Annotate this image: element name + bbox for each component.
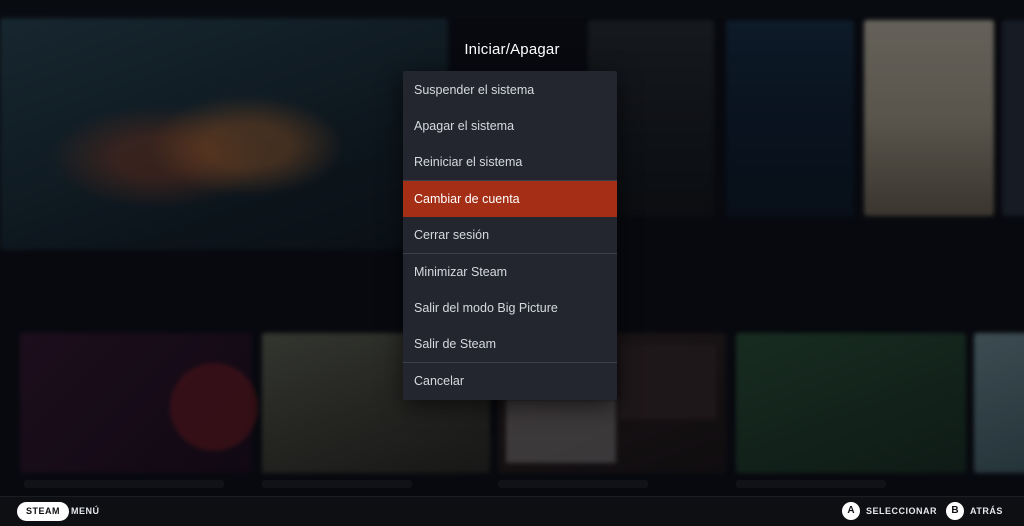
menu-item-minimize-steam[interactable]: Minimizar Steam: [403, 254, 617, 290]
select-hint-label: SELECCIONAR: [866, 506, 938, 516]
power-menu: Suspender el sistema Apagar el sistema R…: [403, 71, 617, 400]
menu-item-restart[interactable]: Reiniciar el sistema: [403, 144, 617, 180]
menu-item-suspend[interactable]: Suspender el sistema: [403, 72, 617, 108]
menu-item-exit-steam[interactable]: Salir de Steam: [403, 326, 617, 362]
menu-item-sign-out[interactable]: Cerrar sesión: [403, 217, 617, 253]
menu-item-switch-account[interactable]: Cambiar de cuenta: [403, 181, 617, 217]
b-button-icon[interactable]: B: [946, 502, 964, 520]
footer-bar: STEAM MENÚ A SELECCIONAR B ATRÁS: [0, 496, 1024, 526]
back-hint-label: ATRÁS: [970, 506, 1003, 516]
dialog-title: Iniciar/Apagar: [464, 41, 560, 58]
menu-item-cancel[interactable]: Cancelar: [403, 363, 617, 399]
menu-item-shutdown[interactable]: Apagar el sistema: [403, 108, 617, 144]
steam-button[interactable]: STEAM: [17, 502, 69, 521]
menu-hint-label: MENÚ: [71, 506, 100, 516]
menu-item-exit-big-picture[interactable]: Salir del modo Big Picture: [403, 290, 617, 326]
a-button-icon[interactable]: A: [842, 502, 860, 520]
